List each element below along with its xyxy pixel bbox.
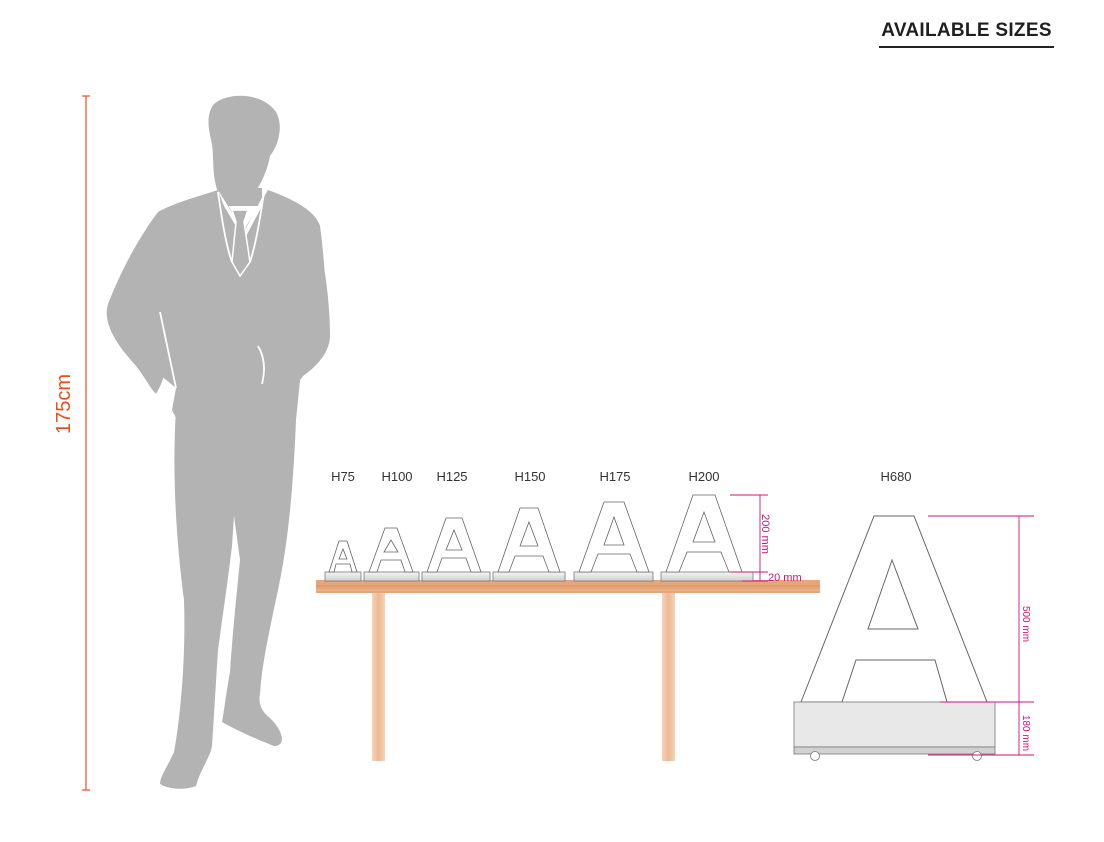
person-height-dimension: 175cm [53,95,90,791]
size-label-h100: H100 [381,469,412,484]
h200-letter-dim-label: 200 mm [759,514,771,554]
size-label-h75: H75 [331,469,355,484]
caster-wheel-left [810,751,820,761]
letter-h125: H125 [421,469,491,582]
size-label-h150: H150 [514,469,545,484]
letter-h100: H100 [363,469,420,582]
size-label-h125: H125 [436,469,467,484]
h680-base-dim-label: 180 mm [1020,715,1031,751]
h680-letter-dim-label: 500 mm [1020,606,1031,642]
letter-h680: H680 [793,469,996,761]
letter-h175: H175 [573,469,654,582]
large-letter-base [793,701,996,748]
table-leg-left [372,593,385,761]
large-letter-a [800,515,988,703]
size-label-h680: H680 [880,469,911,484]
letter-h75: H75 [324,469,362,582]
table [316,580,820,761]
table-top [316,580,820,593]
table-leg-right [662,593,675,761]
size-label-h200: H200 [688,469,719,484]
person-height-label: 175cm [53,374,75,434]
letter-h150: H150 [492,469,566,582]
size-label-h175: H175 [599,469,630,484]
letter-h200: H200 [660,469,754,582]
h200-base-dim-label: 20 mm [768,572,802,584]
size-comparison-diagram: 175cm H75 H100 H125 H150 H175 H200 200 m… [53,95,1034,791]
caster-wheel-right [972,751,982,761]
